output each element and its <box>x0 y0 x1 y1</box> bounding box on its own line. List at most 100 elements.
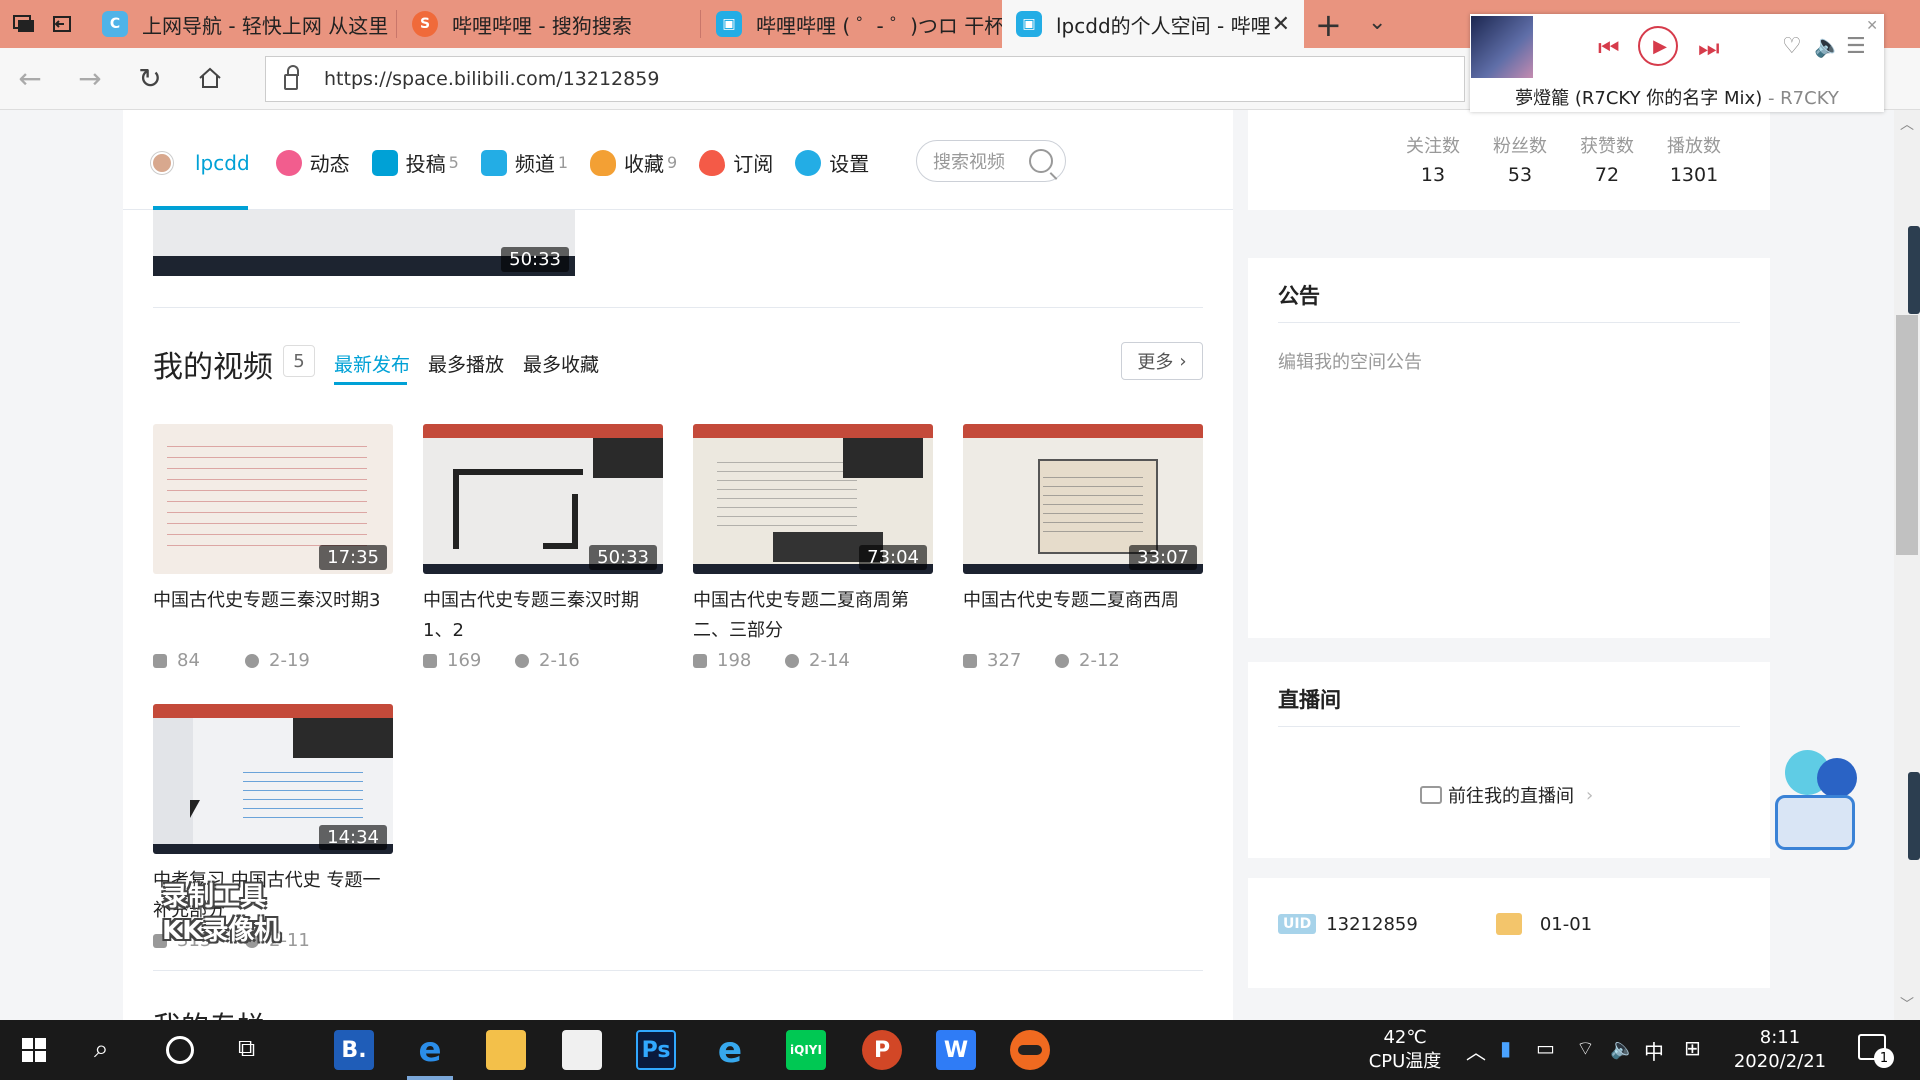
song-title: 夢燈籠 (R7CKY 你的名字 Mix) <box>1515 88 1763 109</box>
heart-icon[interactable]: ♡ <box>1782 34 1802 59</box>
url-text[interactable]: https://space.bilibili.com/13212859 <box>324 68 659 90</box>
running-indicator <box>407 1076 453 1080</box>
tab-latest[interactable]: 最新发布 <box>334 350 410 377</box>
stat-plays: 播放数 1301 <box>1649 132 1739 186</box>
stat-followers[interactable]: 粉丝数 53 <box>1475 132 1565 186</box>
keyboard-layout-icon[interactable]: ⊞ <box>1684 1036 1701 1060</box>
tab-sogou-search[interactable]: S 哔哩哔哩 - 搜狗搜索 <box>398 0 698 48</box>
scroll-down-icon[interactable]: ﹀ <box>1900 994 1914 1014</box>
tab-navigation[interactable]: C 上网导航 - 轻快上网 从这里 <box>88 0 388 48</box>
mascot-2233-icon[interactable] <box>1775 750 1865 865</box>
video-thumbnail[interactable]: 50:33 <box>153 210 575 276</box>
video-search-input[interactable]: 搜索视频 <box>916 140 1066 182</box>
edge-widget-bar <box>1908 772 1920 860</box>
next-track-icon[interactable]: ⏭ <box>1698 34 1720 62</box>
bilibili-app-icon[interactable]: B. <box>334 1030 374 1070</box>
nav-uploads[interactable]: 投稿 5 <box>371 148 459 177</box>
video-card[interactable]: 17:35 中国古代史专题三秦汉时期3 84 2-19 <box>153 424 393 671</box>
tab-back-icon[interactable] <box>50 12 74 36</box>
tab-most-played[interactable]: 最多播放 <box>428 350 504 377</box>
announcement-editor[interactable]: 编辑我的空间公告 <box>1278 348 1422 374</box>
video-card[interactable]: 33:07 中国古代史专题二夏商西周 327 2-12 <box>963 424 1203 671</box>
store-icon[interactable] <box>562 1030 602 1070</box>
refresh-icon[interactable]: ↻ <box>132 60 168 96</box>
active-tab-underline <box>334 382 407 385</box>
previous-track-icon[interactable]: ⏮ <box>1598 34 1620 62</box>
notification-center-icon[interactable]: 1 <box>1858 1034 1894 1068</box>
bluetooth-device-icon[interactable]: ▮ <box>1500 1036 1511 1060</box>
tab-user-space[interactable]: ▣ lpcdd的个人空间 - 哔哩 ✕ <box>1002 0 1304 48</box>
cortana-icon[interactable] <box>166 1036 194 1064</box>
search-icon[interactable]: ⌕ <box>94 1034 109 1065</box>
address-bar[interactable]: https://space.bilibili.com/13212859 <box>265 56 1465 102</box>
search-icon[interactable] <box>1029 149 1053 173</box>
more-button[interactable]: 更多 › <box>1121 342 1203 380</box>
live-camera-icon <box>1420 786 1442 804</box>
video-thumbnail[interactable]: 73:04 <box>693 424 933 574</box>
nav-channels[interactable]: 频道 1 <box>480 148 568 177</box>
windows-start-icon[interactable] <box>22 1038 46 1062</box>
video-thumbnail[interactable]: 14:34 <box>153 704 393 854</box>
divider <box>1278 322 1740 323</box>
clock-date: 2020/2/21 <box>1733 1051 1827 1072</box>
clock-icon <box>785 653 799 668</box>
photoshop-icon[interactable]: Ps <box>636 1030 676 1070</box>
play-count: 198 <box>717 650 752 671</box>
window-menu-icon[interactable] <box>12 12 36 36</box>
video-title[interactable]: 中国古代史专题二夏商西周 <box>963 586 1203 646</box>
song-separator: - <box>1762 88 1781 109</box>
video-title[interactable]: 中国古代史专题三秦汉时期1、2 <box>423 586 663 646</box>
home-icon[interactable] <box>192 60 228 96</box>
video-title[interactable]: 中国古代史专题三秦汉时期3 <box>153 586 393 646</box>
video-card[interactable]: 50:33 中国古代史专题三秦汉时期1、2 169 2-16 <box>423 424 663 671</box>
nav-settings[interactable]: 设置 <box>795 148 869 177</box>
tab-most-favorited[interactable]: 最多收藏 <box>523 350 599 377</box>
scroll-up-icon[interactable]: ︿ <box>1900 114 1914 134</box>
edge-icon[interactable]: e <box>410 1030 450 1070</box>
tab-divider <box>396 10 397 38</box>
video-thumbnail[interactable]: 33:07 <box>963 424 1203 574</box>
powerpoint-icon[interactable]: P <box>862 1030 902 1070</box>
ime-mode[interactable]: 中 <box>1644 1036 1664 1065</box>
iqiyi-icon[interactable]: iQIYI <box>786 1030 826 1070</box>
video-meta: 84 2-19 <box>153 650 393 671</box>
stat-value: 13 <box>1420 164 1446 186</box>
close-icon[interactable]: ✕ <box>1866 18 1878 34</box>
nav-favorites[interactable]: 收藏 9 <box>590 148 677 177</box>
video-title[interactable]: 中国古代史专题二夏商周第二、三部分 <box>693 586 933 646</box>
go-to-live-room-link[interactable]: 前往我的直播间 › <box>1420 782 1593 808</box>
stat-following[interactable]: 关注数 13 <box>1388 132 1478 186</box>
temperature-value: 42℃ <box>1383 1027 1427 1048</box>
task-view-icon[interactable]: ⧉ <box>238 1034 255 1062</box>
dynamic-icon <box>275 149 302 176</box>
tray-chevron-up-icon[interactable]: ︿ <box>1466 1036 1486 1065</box>
nav-subscriptions[interactable]: 订阅 <box>699 148 773 177</box>
internet-explorer-icon[interactable]: e <box>710 1030 750 1071</box>
volume-icon[interactable]: 🔈 <box>1610 1036 1635 1060</box>
battery-icon[interactable]: ▭ <box>1536 1036 1555 1060</box>
video-thumbnail[interactable]: 50:33 <box>423 424 663 574</box>
wifi-icon[interactable]: ⌔ <box>1576 1036 1595 1061</box>
wps-writer-icon[interactable]: W <box>936 1030 976 1070</box>
playlist-icon[interactable]: ☰ <box>1846 34 1866 59</box>
kk-recorder-icon[interactable] <box>1010 1030 1050 1070</box>
stat-value: 72 <box>1594 164 1620 186</box>
avatar[interactable] <box>151 151 173 174</box>
tab-list-chevron-down-icon[interactable]: ⌄ <box>1368 10 1386 35</box>
username-link[interactable]: lpcdd <box>195 151 250 175</box>
volume-icon[interactable]: 🔈 <box>1814 34 1841 59</box>
nav-dynamic[interactable]: 动态 <box>275 148 350 177</box>
album-cover[interactable] <box>1471 16 1533 78</box>
tab-bilibili-home[interactable]: ▣ 哔哩哔哩 ( ゜- ゜)つロ 干杯~ <box>702 0 1002 48</box>
close-tab-icon[interactable]: ✕ <box>1272 12 1290 37</box>
video-thumbnail[interactable]: 17:35 <box>153 424 393 574</box>
clock[interactable]: 8:11 2020/2/21 <box>1720 1026 1840 1074</box>
file-explorer-icon[interactable] <box>486 1030 526 1070</box>
video-card[interactable]: 73:04 中国古代史专题二夏商周第二、三部分 198 2-14 <box>693 424 933 671</box>
new-tab-button[interactable]: + <box>1315 6 1342 44</box>
scrollbar-thumb[interactable] <box>1896 315 1918 555</box>
bilibili-tv-icon: ▣ <box>1016 11 1042 37</box>
back-arrow-icon[interactable]: ← <box>12 60 48 96</box>
play-button[interactable]: ▶ <box>1638 26 1678 66</box>
forward-arrow-icon[interactable]: → <box>72 60 108 96</box>
